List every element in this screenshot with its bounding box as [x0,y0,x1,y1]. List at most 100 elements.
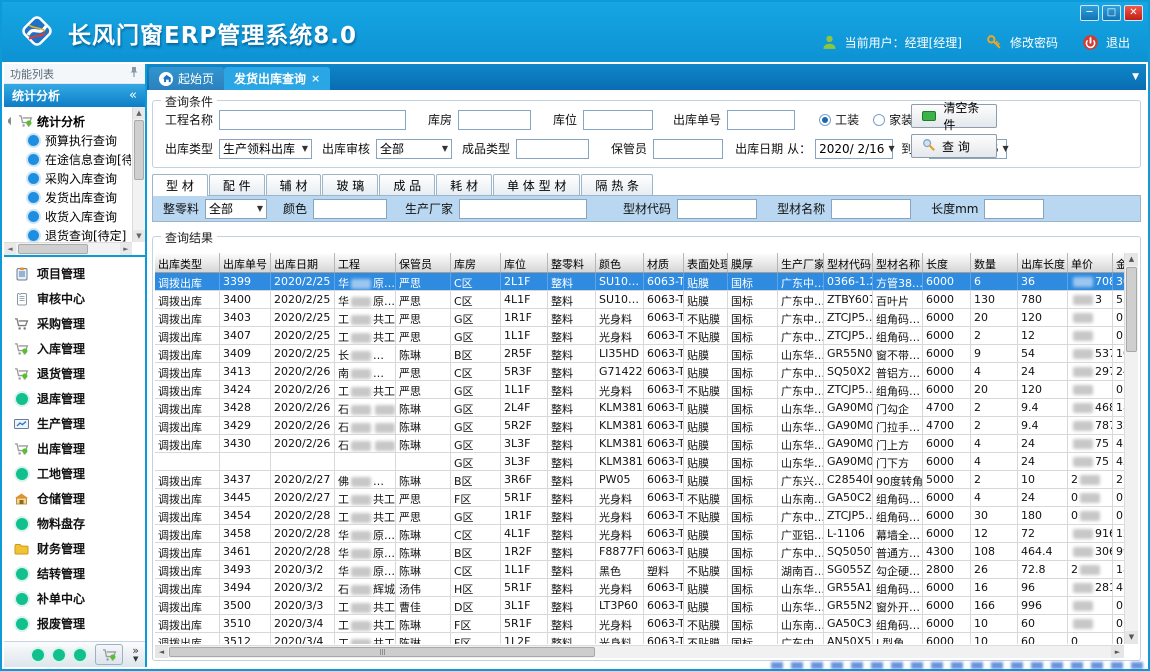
date-from-picker[interactable]: 2020/ 2/16▼ [815,139,893,159]
close-icon[interactable]: ✕ [1124,5,1143,21]
table-row[interactable]: 调拨出库35102020/3/4工共工程陈琳F区5R1F整料光身料6063-T5… [155,615,1124,633]
material-tab-0[interactable]: 型 材 [152,174,208,196]
column-header-生产厂家[interactable]: 生产厂家 [778,253,824,272]
outbound-type-select[interactable]: 生产领料出库▼ [219,139,312,159]
sidebar-item-采购管理[interactable]: 采购管理 [4,311,145,336]
profile-code-input[interactable] [677,199,757,219]
maximize-icon[interactable]: □ [1102,5,1121,21]
sidebar-section-header[interactable]: 统计分析 « [4,84,145,107]
table-row[interactable]: 调拨出库34302020/2/26石城陈琳G区3L3F整料KLM38176063… [155,435,1124,453]
scroll-down-icon[interactable]: ▼ [133,230,145,242]
radio-jiazhuang-label[interactable]: 家装 [889,111,913,128]
tree-item-预算执行查询[interactable]: 预算执行查询 [8,131,131,150]
sidebar-item-审核中心[interactable]: 审核中心 [4,286,145,311]
table-row[interactable]: 调拨出库34002020/2/25华原…严思C区4L1F整料SU10…6063-… [155,291,1124,309]
location-input[interactable] [583,110,653,130]
sidebar-item-财务管理[interactable]: 财务管理 [4,536,145,561]
column-header-型材名称[interactable]: 型材名称 [873,253,923,272]
column-header-出库单号[interactable]: 出库单号 [220,253,271,272]
material-tab-4[interactable]: 成 品 [379,174,435,195]
column-header-金额[interactable]: 金额 [1113,253,1124,272]
table-row[interactable]: 调拨出库34132020/2/26南…严思C区5R3F整料G714226063-… [155,363,1124,381]
keeper-input[interactable] [653,139,723,159]
overflow-chevron[interactable]: »▼ [132,646,139,664]
radio-gongzhuang-label[interactable]: 工装 [835,111,859,128]
table-row[interactable]: 调拨出库34032020/2/25工共工程严思G区1R1F整料光身料6063-T… [155,309,1124,327]
tree-item-退货查询[待定][interactable]: 退货查询[待定] [8,226,131,242]
sidebar-item-物料盘存[interactable]: 物料盘存 [4,511,145,536]
table-row[interactable]: 调拨出库34542020/2/28工共工程严思G区1R1F整料光身料6063-T… [155,507,1124,525]
pin-icon[interactable] [129,66,139,81]
column-header-材质[interactable]: 材质 [644,253,684,272]
table-row[interactable]: 调拨出库34372020/2/27佛…陈琳B区3R6F整料PW056063-T5… [155,471,1124,489]
column-header-库位[interactable]: 库位 [501,253,548,272]
length-input[interactable] [984,199,1044,219]
column-header-膜厚[interactable]: 膜厚 [728,253,778,272]
table-row[interactable]: 调拨出库34582020/2/28华原…陈琳C区4L1F整料光身料6063-T5… [155,525,1124,543]
collapse-icon[interactable]: « [129,88,137,103]
column-header-表面处理[interactable]: 表面处理 [684,253,728,272]
tab-list-dropdown-icon[interactable]: ▼ [1132,72,1139,82]
scroll-left-icon[interactable]: ◄ [4,243,16,255]
tab-shipment-query[interactable]: 发货出库查询 × [224,67,330,90]
scroll-left-icon[interactable]: ◄ [155,646,168,658]
material-tab-7[interactable]: 隔 热 条 [581,174,653,195]
search-button[interactable]: 查 询 [911,134,997,158]
material-tab-5[interactable]: 耗 材 [436,174,492,195]
column-header-出库长度[interactable]: 出库长度 [1018,253,1068,272]
material-tab-2[interactable]: 辅 材 [266,174,322,195]
column-header-保管员[interactable]: 保管员 [396,253,451,272]
zhenglingliao-select[interactable]: 全部▼ [205,199,267,219]
scroll-up-icon[interactable]: ▲ [1125,253,1138,266]
table-row[interactable]: 调拨出库33992020/2/25华原…严思C区2L1F整料SU10…6063-… [155,273,1124,291]
sidebar-item-项目管理[interactable]: 项目管理 [4,261,145,286]
logout-link[interactable]: 退出 [1106,34,1130,51]
table-row[interactable]: G区3L3F整料KLM38176063-T5贴膜国标山东华…GA90M09.门下… [155,453,1124,471]
order-no-input[interactable] [727,110,795,130]
sidebar-item-生产管理[interactable]: 生产管理 [4,411,145,436]
table-row[interactable]: 调拨出库35002020/3/3工共工程曹佳D区3L1F整料LT3P606063… [155,597,1124,615]
tree-item-发货出库查询[interactable]: 发货出库查询 [8,188,131,207]
table-row[interactable]: 调拨出库34932020/3/2华原…陈琳C区1L1F整料黑色塑料不贴膜国标湖南… [155,561,1124,579]
radio-gongzhuang[interactable] [819,114,831,126]
expander-icon[interactable] [8,117,15,125]
table-row[interactable]: 调拨出库35122020/3/4工共工程陈琳F区1L2F整料光身料6063-T5… [155,633,1124,644]
audit-select[interactable]: 全部▼ [376,139,452,159]
column-header-型材代码[interactable]: 型材代码 [824,253,873,272]
tree-item-采购入库查询[interactable]: 采购入库查询 [8,169,131,188]
scroll-right-icon[interactable]: ► [120,243,132,255]
scroll-up-icon[interactable]: ▲ [133,107,145,119]
product-type-input[interactable] [516,139,589,159]
nav-dot-icon[interactable] [74,649,86,661]
column-header-数量[interactable]: 数量 [971,253,1018,272]
column-header-出库类型[interactable]: 出库类型 [155,253,220,272]
tree-item-在途信息查询[待[interactable]: 在途信息查询[待 [8,150,131,169]
table-row[interactable]: 调拨出库34292020/2/26石城陈琳G区5R2F整料KLM38176063… [155,417,1124,435]
scroll-right-icon[interactable]: ► [1111,646,1124,658]
scroll-down-icon[interactable]: ▼ [1125,631,1138,644]
table-row[interactable]: 调拨出库34612020/2/28华原…陈琳B区1R2F整料F8877FT606… [155,543,1124,561]
column-header-工程[interactable]: 工程 [335,253,396,272]
sidebar-item-结转管理[interactable]: 结转管理 [4,561,145,586]
column-header-出库日期[interactable]: 出库日期 [271,253,335,272]
sidebar-item-补单中心[interactable]: 补单中心 [4,586,145,611]
color-input[interactable] [313,199,387,219]
sidebar-item-工地管理[interactable]: 工地管理 [4,461,145,486]
profile-name-input[interactable] [831,199,911,219]
column-header-整零料[interactable]: 整零料 [548,253,596,272]
sidebar-item-报废管理[interactable]: 报废管理 [4,611,145,636]
material-tab-3[interactable]: 玻 璃 [322,174,378,195]
tab-home[interactable]: 起始页 [149,67,224,90]
table-row[interactable]: 调拨出库34452020/2/27工共工程严思F区5R1F整料光身料6063-T… [155,489,1124,507]
table-row[interactable]: 调拨出库34242020/2/26工共工程严思G区1L1F整料光身料6063-T… [155,381,1124,399]
table-row[interactable]: 调拨出库34282020/2/26石城陈琳G区2L4F整料KLM38176063… [155,399,1124,417]
clear-conditions-button[interactable]: 清空条件 [911,104,997,128]
sidebar-item-仓储管理[interactable]: 仓储管理 [4,486,145,511]
sidebar-item-出库管理[interactable]: 出库管理 [4,436,145,461]
table-row[interactable]: 调拨出库34942020/3/2石辉城汤伟H区5R1F整料光身料6063-T5贴… [155,579,1124,597]
tree-horizontal-scrollbar[interactable]: ◄ ► [4,242,132,255]
material-tab-1[interactable]: 配 件 [209,174,265,195]
factory-input[interactable] [459,199,587,219]
column-header-颜色[interactable]: 颜色 [596,253,644,272]
tab-close-icon[interactable]: × [311,72,320,85]
